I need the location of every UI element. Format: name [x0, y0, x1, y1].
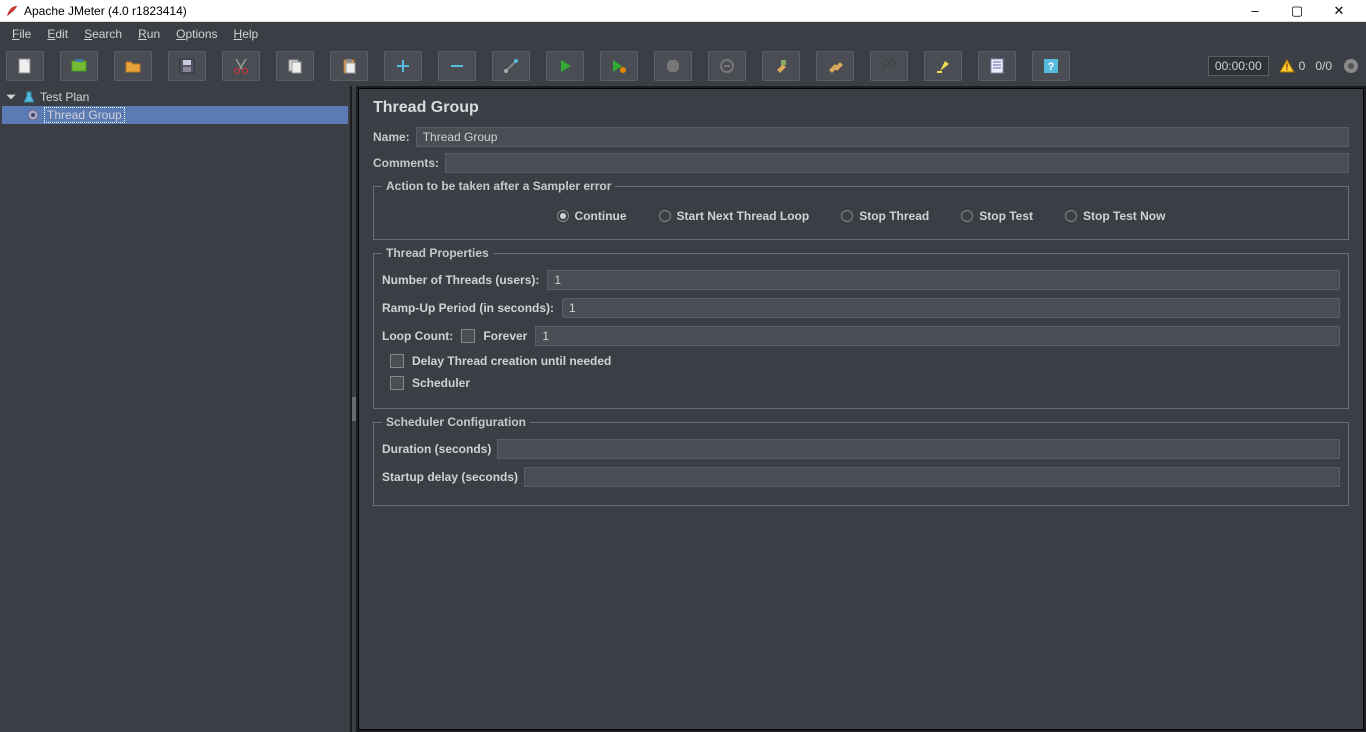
test-plan-tree[interactable]: Test Plan Thread Group: [0, 86, 352, 732]
new-button[interactable]: [6, 51, 44, 81]
loop-count-label: Loop Count:: [382, 329, 453, 343]
tree-node-thread-group[interactable]: Thread Group: [2, 106, 348, 124]
copy-button[interactable]: [276, 51, 314, 81]
menu-help[interactable]: Help: [226, 25, 267, 43]
delay-label: Delay Thread creation until needed: [412, 354, 611, 368]
minimize-button[interactable]: ‒: [1234, 0, 1276, 22]
beaker-icon: [22, 90, 36, 104]
tree-label-test-plan: Test Plan: [40, 90, 89, 104]
num-threads-label: Number of Threads (users):: [382, 273, 539, 287]
warning-icon: !: [1279, 58, 1295, 74]
open-button[interactable]: [114, 51, 152, 81]
templates-button[interactable]: [60, 51, 98, 81]
paste-button[interactable]: [330, 51, 368, 81]
tree-label-thread-group: Thread Group: [44, 107, 125, 123]
comments-label: Comments:: [373, 156, 439, 170]
collapse-button[interactable]: [438, 51, 476, 81]
cut-button[interactable]: [222, 51, 260, 81]
start-button[interactable]: [546, 51, 584, 81]
save-button[interactable]: [168, 51, 206, 81]
rampup-label: Ramp-Up Period (in seconds):: [382, 301, 554, 315]
toolbar: ? 00:00:00 ! 0 0/0: [0, 46, 1366, 86]
threads-icon: [1342, 57, 1360, 75]
app-icon: [6, 5, 18, 17]
search-tree-button[interactable]: [870, 51, 908, 81]
thread-properties-group: Thread Properties Number of Threads (use…: [373, 246, 1349, 409]
menu-edit[interactable]: Edit: [39, 25, 76, 43]
scheduler-checkbox[interactable]: [390, 376, 404, 390]
menu-bar: File Edit Search Run Options Help: [0, 22, 1366, 46]
scheduler-label: Scheduler: [412, 376, 470, 390]
svg-text:?: ?: [1048, 61, 1055, 73]
panel-title: Thread Group: [373, 99, 1349, 117]
window-titlebar: Apache JMeter (4.0 r1823414) ‒ ▢ ✕: [0, 0, 1366, 22]
splitter-handle[interactable]: [352, 86, 356, 732]
duration-input[interactable]: [497, 439, 1340, 459]
start-no-pause-button[interactable]: [600, 51, 638, 81]
gear-icon: [26, 108, 40, 122]
radio-stop-now[interactable]: Stop Test Now: [1065, 209, 1165, 223]
startup-delay-input[interactable]: [524, 467, 1340, 487]
expand-button[interactable]: [384, 51, 422, 81]
help-button[interactable]: ?: [1032, 51, 1070, 81]
maximize-button[interactable]: ▢: [1276, 0, 1318, 22]
reset-search-button[interactable]: [924, 51, 962, 81]
warnings-indicator[interactable]: ! 0: [1279, 58, 1306, 74]
loop-count-input[interactable]: [535, 326, 1340, 346]
name-input[interactable]: [416, 127, 1349, 147]
num-threads-input[interactable]: [547, 270, 1340, 290]
radio-continue[interactable]: Continue: [557, 209, 627, 223]
comments-input[interactable]: [445, 153, 1349, 173]
scheduler-legend: Scheduler Configuration: [382, 415, 530, 429]
sampler-error-group: Action to be taken after a Sampler error…: [373, 179, 1349, 240]
radio-stop-thread[interactable]: Stop Thread: [841, 209, 929, 223]
toggle-button[interactable]: [492, 51, 530, 81]
active-threads: 0/0: [1315, 59, 1332, 73]
forever-checkbox[interactable]: [461, 329, 475, 343]
tree-node-test-plan[interactable]: Test Plan: [2, 88, 348, 106]
warnings-count: 0: [1299, 59, 1306, 73]
startup-delay-label: Startup delay (seconds): [382, 470, 518, 484]
shutdown-button[interactable]: [708, 51, 746, 81]
expand-icon[interactable]: [4, 90, 18, 104]
svg-text:!: !: [1285, 62, 1288, 72]
editor-panel: Thread Group Name: Comments: Action to b…: [356, 86, 1366, 732]
close-button[interactable]: ✕: [1318, 0, 1360, 22]
duration-label: Duration (seconds): [382, 442, 491, 456]
elapsed-timer: 00:00:00: [1208, 56, 1269, 76]
function-helper-button[interactable]: [978, 51, 1016, 81]
name-label: Name:: [373, 130, 410, 144]
clear-button[interactable]: [762, 51, 800, 81]
rampup-input[interactable]: [562, 298, 1340, 318]
radio-start-next[interactable]: Start Next Thread Loop: [659, 209, 810, 223]
thread-props-legend: Thread Properties: [382, 246, 493, 260]
delay-checkbox[interactable]: [390, 354, 404, 368]
menu-search[interactable]: Search: [76, 25, 130, 43]
scheduler-config-group: Scheduler Configuration Duration (second…: [373, 415, 1349, 506]
menu-file[interactable]: File: [4, 25, 39, 43]
stop-button[interactable]: [654, 51, 692, 81]
menu-options[interactable]: Options: [168, 25, 225, 43]
forever-label: Forever: [483, 329, 527, 343]
sampler-error-legend: Action to be taken after a Sampler error: [382, 179, 615, 193]
radio-stop-test[interactable]: Stop Test: [961, 209, 1033, 223]
window-title: Apache JMeter (4.0 r1823414): [24, 4, 1234, 18]
menu-run[interactable]: Run: [130, 25, 168, 43]
clear-all-button[interactable]: [816, 51, 854, 81]
